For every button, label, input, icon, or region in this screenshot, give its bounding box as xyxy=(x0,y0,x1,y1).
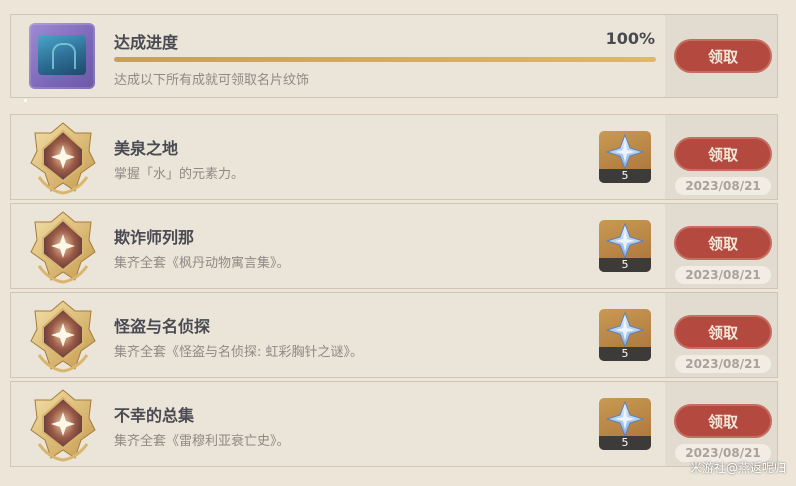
primogem-icon xyxy=(605,400,645,438)
achievement-description: 掌握「水」的元素力。 xyxy=(114,167,245,182)
primogem-icon xyxy=(605,133,645,171)
primogem-reward: 5 xyxy=(599,220,651,272)
achievement-row: 欺诈师列那 集齐全套《枫丹动物寓言集》。 5 领取 2023/08/21 xyxy=(10,203,778,289)
achievement-date: 2023/08/21 xyxy=(675,177,771,195)
achievement-description: 集齐全套《枫丹动物寓言集》。 xyxy=(114,256,290,271)
achievement-row: 怪盗与名侦探 集齐全套《怪盗与名侦探: 虹彩胸针之谜》。 5 领取 2023/0… xyxy=(10,292,778,378)
progress-panel: 达成进度 100% 达成以下所有成就可领取名片纹饰 领取 xyxy=(10,14,778,98)
progress-percent: 100% xyxy=(605,29,655,48)
achievement-title: 美泉之地 xyxy=(114,139,179,158)
achievement-date: 2023/08/21 xyxy=(675,266,771,284)
primogem-icon xyxy=(605,311,645,349)
primogem-icon xyxy=(605,222,645,260)
achievement-title: 怪盗与名侦探 xyxy=(114,317,211,336)
primogem-reward: 5 xyxy=(599,398,651,450)
progress-bar-fill xyxy=(114,57,656,62)
achievement-date: 2023/08/21 xyxy=(675,355,771,373)
progress-bar xyxy=(114,57,656,62)
reward-quantity: 5 xyxy=(599,436,651,450)
claim-button[interactable]: 领取 xyxy=(674,404,772,438)
achievement-title: 不幸的总集 xyxy=(114,406,195,425)
reward-quantity: 5 xyxy=(599,169,651,183)
achievement-badge-icon xyxy=(30,211,96,284)
achievement-row: 不幸的总集 集齐全套《雷穆利亚衰亡史》。 5 领取 2023/08/21 xyxy=(10,381,778,467)
reward-quantity: 5 xyxy=(599,258,651,272)
claim-button[interactable]: 领取 xyxy=(674,137,772,171)
progress-description: 达成以下所有成就可领取名片纹饰 xyxy=(114,73,310,88)
achievement-title: 欺诈师列那 xyxy=(114,228,195,247)
primogem-reward: 5 xyxy=(599,309,651,361)
achievement-badge-icon xyxy=(30,122,96,195)
divider-dot xyxy=(24,99,27,102)
reward-quantity: 5 xyxy=(599,347,651,361)
watermark: 米游社@燕返呢归 xyxy=(689,461,786,475)
namecard-icon xyxy=(29,23,95,89)
claim-namecard-button[interactable]: 领取 xyxy=(674,39,772,73)
achievement-badge-icon xyxy=(30,300,96,373)
primogem-reward: 5 xyxy=(599,131,651,183)
progress-title: 达成进度 xyxy=(114,33,179,52)
achievement-badge-icon xyxy=(30,389,96,462)
claim-button[interactable]: 领取 xyxy=(674,315,772,349)
achievement-row: 美泉之地 掌握「水」的元素力。 5 领取 2023/08/21 xyxy=(10,114,778,200)
achievement-description: 集齐全套《雷穆利亚衰亡史》。 xyxy=(114,434,290,449)
achievement-description: 集齐全套《怪盗与名侦探: 虹彩胸针之谜》。 xyxy=(114,345,364,360)
claim-button[interactable]: 领取 xyxy=(674,226,772,260)
